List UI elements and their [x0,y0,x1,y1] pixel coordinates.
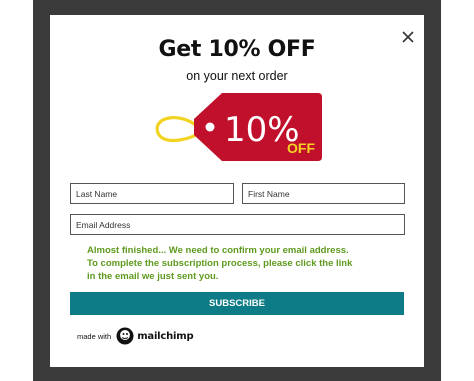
subscribe-button[interactable]: SUBSCRIBE [70,292,404,315]
confirmation-line-3: in the email we just sent you. [87,271,219,282]
mailchimp-wordmark: mailchimp [137,330,194,342]
made-with-label: made with [77,331,112,341]
confirmation-line-1: Almost finished... We need to confirm yo… [87,245,349,256]
discount-tag-graphic: 10% OFF [155,93,322,161]
mailchimp-freddie-icon [116,327,134,345]
popup-title: Get 10% OFF [158,37,316,62]
email-field[interactable] [70,214,405,235]
first-name-field[interactable] [242,183,405,204]
signup-popup: Get 10% OFF on your next order 10% OFF A… [50,15,424,367]
tag-hole [205,122,215,132]
tag-off: OFF [287,140,315,156]
made-with-mailchimp-badge[interactable]: made with mailchimp [77,325,194,347]
confirmation-message: Almost finished... We need to confirm yo… [87,244,387,283]
confirmation-line-2: To complete the subscription process, pl… [87,258,353,269]
last-name-field[interactable] [70,183,234,204]
popup-subtitle: on your next order [186,69,288,83]
